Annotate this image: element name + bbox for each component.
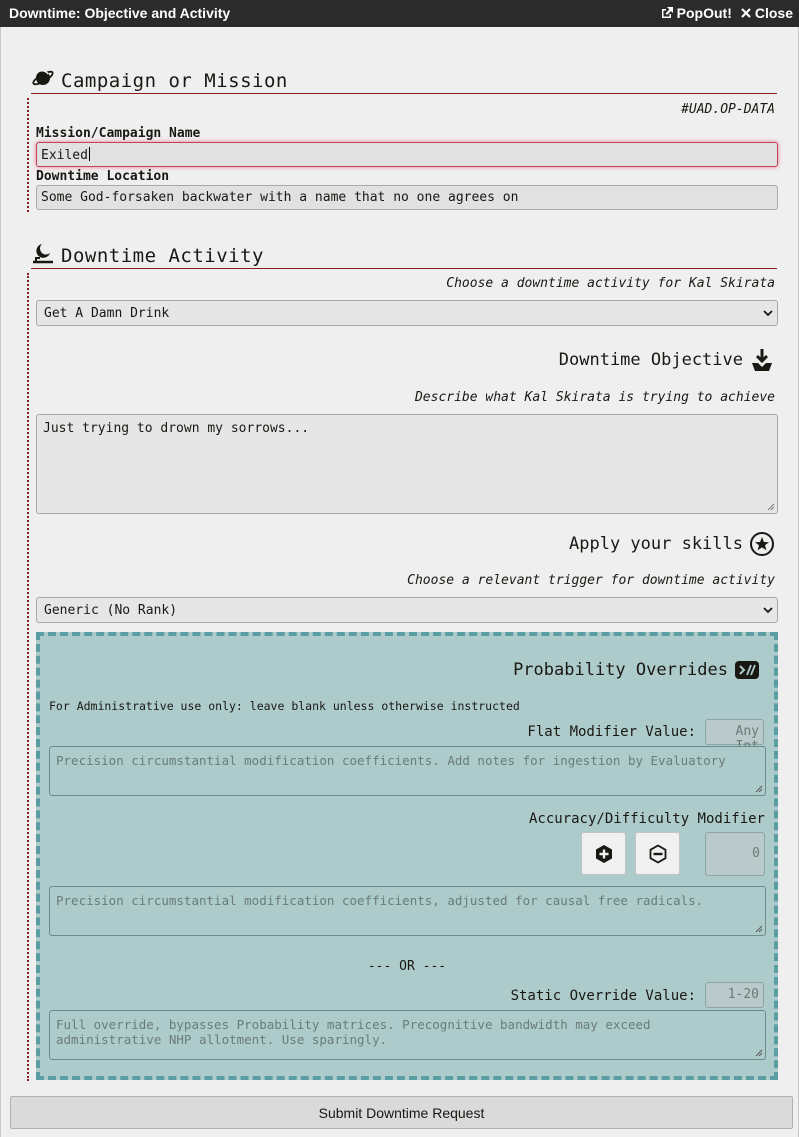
resize-grip-icon[interactable] bbox=[755, 1049, 763, 1057]
static-override-label: Static Override Value: bbox=[510, 988, 696, 1004]
flat-modifier-input[interactable]: Any Int bbox=[705, 719, 764, 754]
window-body: Campaign or Mission #UAD.OP-DATA Mission… bbox=[0, 27, 799, 1137]
trigger-select[interactable]: Generic (No Rank) bbox=[36, 597, 778, 623]
accuracy-value-input[interactable]: 0 bbox=[705, 832, 765, 876]
chevron-down-icon bbox=[763, 607, 773, 614]
resize-grip-icon[interactable] bbox=[755, 925, 763, 933]
activity-section-header: Downtime Activity bbox=[31, 238, 777, 269]
window-title: Downtime: Objective and Activity bbox=[9, 5, 231, 21]
overrides-header: Probability Overrides bbox=[513, 660, 760, 680]
activity-heading: Downtime Activity bbox=[61, 245, 264, 267]
campaign-divider bbox=[27, 98, 29, 212]
campaign-heading: Campaign or Mission bbox=[61, 70, 288, 92]
overrides-heading: Probability Overrides bbox=[513, 660, 728, 680]
activity-selected: Get A Damn Drink bbox=[44, 306, 170, 321]
skills-header: Apply your skills bbox=[569, 531, 775, 557]
location-label: Downtime Location bbox=[36, 169, 170, 184]
or-separator: --- OR --- bbox=[367, 959, 447, 974]
accuracy-decrease-button[interactable] bbox=[635, 832, 680, 875]
minus-hexagon-icon bbox=[649, 843, 666, 864]
external-link-icon bbox=[661, 7, 673, 18]
popout-label: PopOut! bbox=[676, 5, 732, 21]
static-override-placeholder: 1-20 bbox=[727, 987, 759, 1002]
trigger-hint: Choose a relevant trigger for downtime a… bbox=[407, 573, 775, 588]
admin-note: For Administrative use only: leave blank… bbox=[49, 699, 520, 713]
location-value: Some God-forsaken backwater with a name … bbox=[41, 190, 519, 205]
chevron-down-icon bbox=[763, 310, 773, 317]
close-label: Close bbox=[754, 5, 793, 21]
accuracy-label: Accuracy/Difficulty Modifier bbox=[528, 811, 765, 827]
activity-hint: Choose a downtime activity for Kal Skira… bbox=[446, 276, 775, 291]
objective-heading: Downtime Objective bbox=[558, 350, 743, 370]
ref-code: #UAD.OP-DATA bbox=[681, 102, 775, 117]
accuracy-value: 0 bbox=[752, 846, 760, 861]
plus-hexagon-icon bbox=[595, 844, 612, 863]
accuracy-increase-button[interactable] bbox=[581, 832, 626, 875]
activity-divider bbox=[27, 273, 29, 1081]
static-notes-placeholder: Full override, bypasses Probability matr… bbox=[56, 1017, 651, 1047]
flat-modifier-label: Flat Modifier Value: bbox=[527, 724, 696, 740]
activity-select[interactable]: Get A Damn Drink bbox=[36, 300, 778, 326]
resize-grip-icon[interactable] bbox=[767, 503, 775, 511]
static-notes-textarea[interactable]: Full override, bypasses Probability matr… bbox=[49, 1010, 766, 1060]
objective-text: Just trying to drown my sorrows... bbox=[43, 421, 310, 436]
terminal-icon bbox=[735, 661, 759, 679]
download-tray-icon bbox=[752, 349, 772, 371]
close-icon bbox=[741, 8, 751, 18]
mission-name-value: Exiled bbox=[41, 148, 88, 163]
flat-notes-textarea[interactable]: Precision circumstantial modification co… bbox=[49, 746, 766, 796]
skills-heading: Apply your skills bbox=[569, 534, 743, 554]
accuracy-notes-textarea[interactable]: Precision circumstantial modification co… bbox=[49, 886, 766, 936]
star-circle-icon bbox=[750, 532, 774, 556]
accuracy-notes-placeholder: Precision circumstantial modification co… bbox=[56, 893, 704, 908]
window-titlebar[interactable]: Downtime: Objective and Activity PopOut!… bbox=[0, 0, 799, 27]
static-override-input[interactable]: 1-20 bbox=[705, 982, 764, 1008]
resize-grip-icon[interactable] bbox=[755, 785, 763, 793]
mission-name-input[interactable]: Exiled bbox=[36, 142, 778, 167]
campaign-section-header: Campaign or Mission bbox=[31, 63, 777, 94]
close-button[interactable]: Close bbox=[740, 5, 793, 21]
location-input[interactable]: Some God-forsaken backwater with a name … bbox=[36, 185, 778, 210]
objective-textarea[interactable]: Just trying to drown my sorrows... bbox=[36, 414, 778, 514]
planet-icon bbox=[32, 69, 54, 86]
mission-name-label: Mission/Campaign Name bbox=[36, 126, 201, 141]
popout-button[interactable]: PopOut! bbox=[660, 5, 732, 21]
submit-label: Submit Downtime Request bbox=[318, 1104, 485, 1121]
flat-notes-placeholder: Precision circumstantial modification co… bbox=[56, 753, 726, 768]
campfire-icon bbox=[33, 244, 53, 264]
text-caret bbox=[88, 147, 90, 161]
submit-button[interactable]: Submit Downtime Request bbox=[10, 1096, 793, 1129]
probability-overrides-panel: Probability Overrides For Administrative… bbox=[36, 632, 778, 1080]
trigger-selected: Generic (No Rank) bbox=[44, 603, 178, 618]
objective-header: Downtime Objective bbox=[559, 347, 775, 373]
objective-hint: Describe what Kal Skirata is trying to a… bbox=[414, 390, 775, 405]
